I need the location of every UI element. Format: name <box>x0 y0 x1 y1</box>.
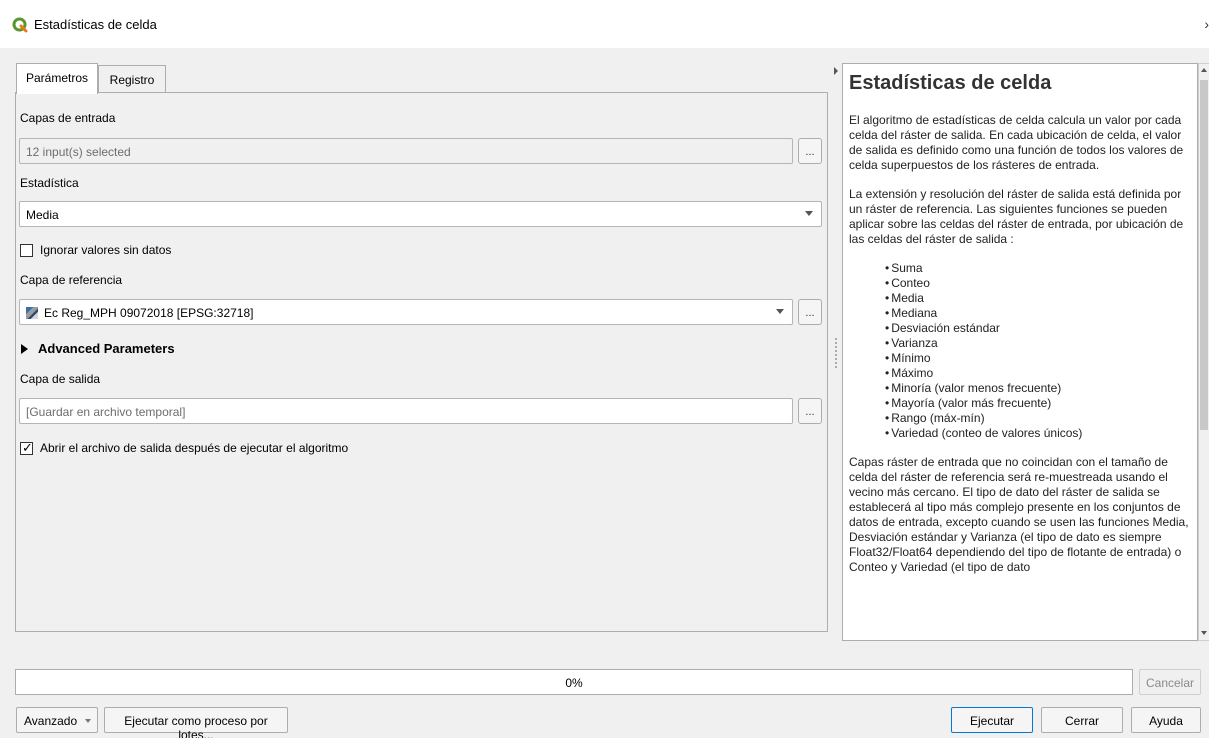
scroll-down-icon[interactable] <box>1201 631 1207 635</box>
progress-bar: 0% <box>15 669 1133 695</box>
cancel-button[interactable]: Cancelar <box>1139 669 1201 695</box>
statistic-select[interactable]: Media <box>19 201 822 227</box>
expand-arrow-icon[interactable] <box>21 344 28 354</box>
tab-registro[interactable]: Registro <box>98 65 166 93</box>
list-item: Mínimo <box>885 351 1189 366</box>
chevron-down-icon <box>776 309 784 314</box>
list-item: Media <box>885 291 1189 306</box>
list-item: Varianza <box>885 336 1189 351</box>
output-field[interactable]: [Guardar en archivo temporal] <box>19 398 793 424</box>
list-item: Minoría (valor menos frecuente) <box>885 381 1189 396</box>
ignore-nodata-checkbox[interactable] <box>20 244 33 257</box>
ignore-nodata-label: Ignorar valores sin datos <box>40 243 172 257</box>
list-item: Conteo <box>885 276 1189 291</box>
open-output-label: Abrir el archivo de salida después de ej… <box>40 441 349 455</box>
reference-layer-browse-button[interactable]: ... <box>798 299 822 325</box>
output-label: Capa de salida <box>20 372 101 386</box>
chevron-down-icon <box>805 211 813 216</box>
list-item: Suma <box>885 261 1189 276</box>
title-bar: Estadísticas de celda › <box>0 0 1209 48</box>
collapse-arrow-icon[interactable] <box>834 67 838 75</box>
reference-layer-select[interactable]: Ec Reg_MPH 09072018 [EPSG:32718] <box>19 299 793 325</box>
window-title: Estadísticas de celda <box>34 17 157 32</box>
parameters-panel <box>15 92 828 632</box>
list-item: Desviación estándar <box>885 321 1189 336</box>
list-item: Rango (máx-mín) <box>885 411 1189 426</box>
help-scrollbar[interactable] <box>1198 63 1209 641</box>
reference-layer-label: Capa de referencia <box>20 273 123 287</box>
statistic-value: Media <box>26 208 59 222</box>
splitter-handle[interactable] <box>835 338 837 368</box>
advanced-dropdown-button[interactable]: Avanzado <box>16 707 98 733</box>
list-item: Variedad (conteo de valores únicos) <box>885 426 1189 441</box>
chevron-down-icon <box>85 719 91 723</box>
list-item: Mayoría (valor más frecuente) <box>885 396 1189 411</box>
advanced-button-label: Avanzado <box>24 714 78 728</box>
reference-layer-value: Ec Reg_MPH 09072018 [EPSG:32718] <box>44 306 254 320</box>
help-paragraph-1: El algoritmo de estadísticas de celda ca… <box>849 113 1184 172</box>
help-paragraph-3: Capas ráster de entrada que no coincidan… <box>849 455 1189 574</box>
qgis-logo-icon <box>12 17 28 33</box>
output-placeholder: [Guardar en archivo temporal] <box>26 405 186 419</box>
statistic-label: Estadística <box>20 176 79 190</box>
help-paragraph-2: La extensión y resolución del ráster de … <box>849 187 1184 246</box>
input-layers-browse-button[interactable]: ... <box>798 138 822 164</box>
help-title: Estadísticas de celda <box>849 72 1052 94</box>
raster-layer-icon <box>26 307 38 319</box>
help-button[interactable]: Ayuda <box>1131 707 1201 733</box>
input-layers-label: Capas de entrada <box>20 111 116 125</box>
scroll-up-icon[interactable] <box>1201 68 1207 72</box>
batch-process-button[interactable]: Ejecutar como proceso por lotes... <box>104 707 288 738</box>
scrollbar-thumb[interactable] <box>1200 80 1208 430</box>
close-button[interactable]: Cerrar <box>1041 707 1123 733</box>
help-function-list: Suma Conteo Media Mediana Desviación est… <box>885 261 1189 441</box>
window-close-icon[interactable]: › <box>1204 16 1209 32</box>
open-output-checkbox[interactable] <box>20 440 33 456</box>
output-browse-button[interactable]: ... <box>798 398 822 424</box>
advanced-parameters-toggle[interactable]: Advanced Parameters <box>38 341 175 356</box>
list-item: Máximo <box>885 366 1189 381</box>
help-panel: Estadísticas de celda El algoritmo de es… <box>842 63 1198 641</box>
input-layers-field[interactable]: 12 input(s) selected <box>19 138 793 164</box>
progress-percent: 0% <box>565 676 583 690</box>
tab-parametros[interactable]: Parámetros <box>16 63 98 94</box>
input-layers-value: 12 input(s) selected <box>26 145 131 159</box>
run-button[interactable]: Ejecutar <box>951 707 1033 733</box>
list-item: Mediana <box>885 306 1189 321</box>
